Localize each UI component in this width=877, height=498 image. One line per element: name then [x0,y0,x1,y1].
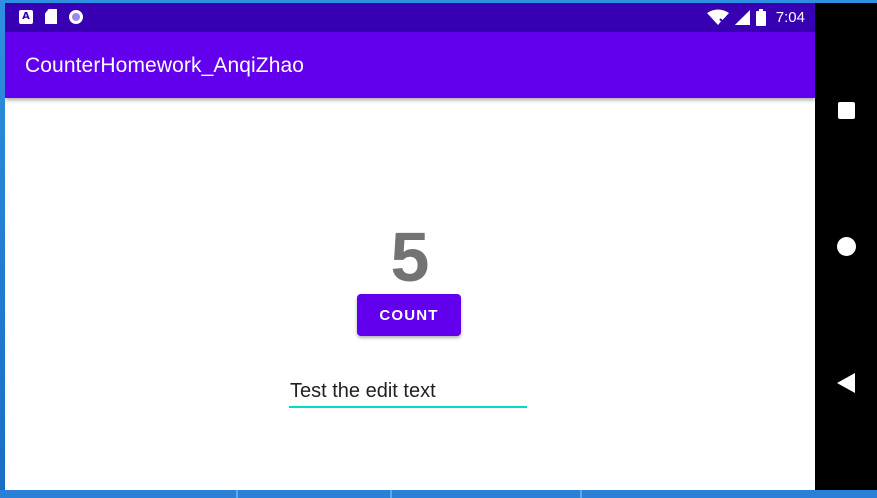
navigation-bar [815,3,877,490]
cell-signal-icon [734,9,750,25]
sync-circle-icon [69,9,83,24]
app-bar: CounterHomework_AnqiZhao [5,32,815,98]
recents-button[interactable] [815,80,877,140]
recents-square-icon [837,101,855,119]
emulator-device: A 7:04 CounterHomework_AnqiZhao 5 COUNT … [5,3,877,490]
back-triangle-icon [837,373,855,393]
status-time: 7:04 [775,8,805,26]
desktop-taskbar-strip [0,490,877,498]
app-title: CounterHomework_AnqiZhao [25,54,305,77]
status-bar: A 7:04 [5,3,815,32]
main-content: 5 COUNT [5,98,815,490]
home-circle-icon [836,236,856,256]
back-button[interactable] [815,353,877,413]
edit-text-field [289,378,527,410]
status-left-icons: A [19,9,83,24]
wifi-icon [706,9,729,25]
battery-icon [755,8,766,26]
home-button[interactable] [815,216,877,276]
notification-a-icon: A [19,9,33,24]
app-screen: A 7:04 CounterHomework_AnqiZhao 5 COUNT … [5,3,815,490]
count-button[interactable]: COUNT [357,294,461,336]
edit-text-input[interactable] [289,378,527,408]
sd-card-icon [45,9,57,24]
count-display: 5 [390,218,430,296]
status-right-icons: 7:04 [706,7,805,27]
